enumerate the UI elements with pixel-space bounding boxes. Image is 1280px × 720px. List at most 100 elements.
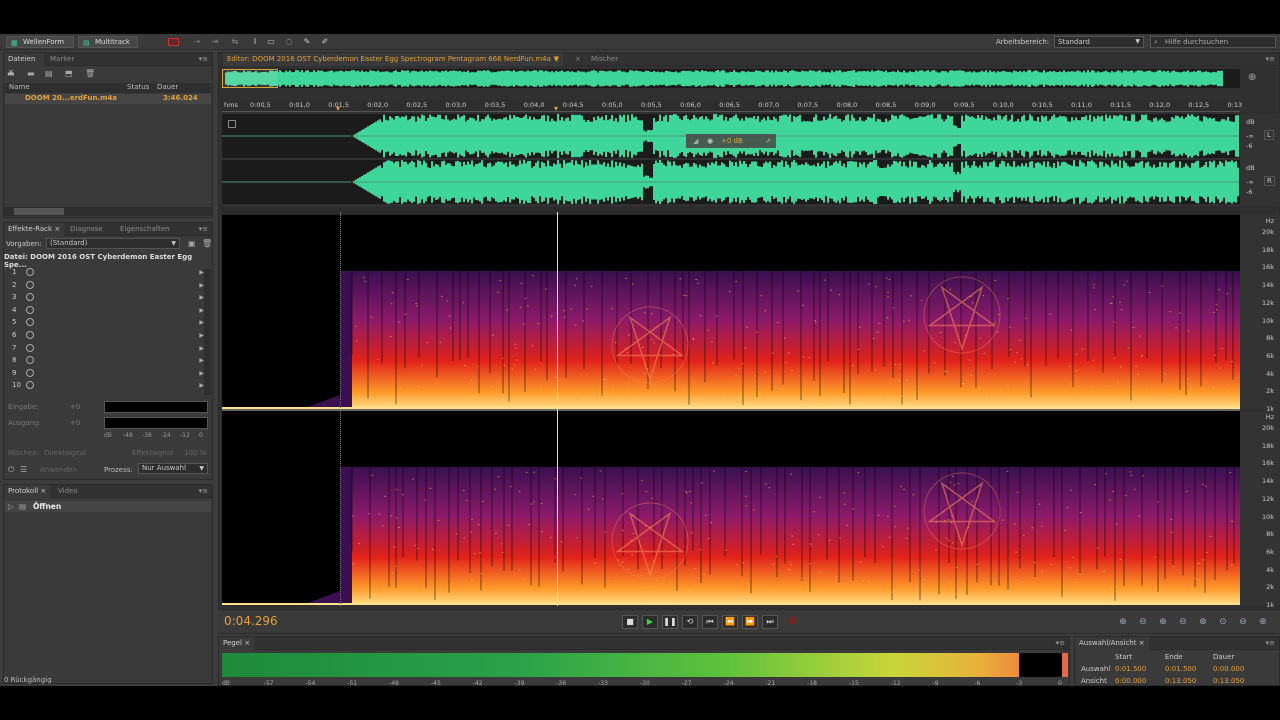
zoom-selection-icon[interactable]: ⊙ [1216,616,1230,628]
history-item[interactable]: ▷ ▤ Öffnen [5,501,211,512]
zoom-left-icon[interactable]: ⊖ [1236,616,1250,628]
effect-slot[interactable]: 1 ▶ [6,267,210,278]
channel-toggle-icon[interactable] [228,120,236,128]
expand-icon[interactable]: ▷ [8,501,14,512]
zoom-out-amplitude-icon[interactable]: ⊖ [1136,616,1150,628]
loop-button[interactable]: ⟲ [682,615,698,629]
power-icon[interactable] [26,280,34,289]
input-gain[interactable]: +0 [70,403,80,411]
multitrack-view-button[interactable]: ▤ Multitrack [78,36,138,48]
files-hscrollbar[interactable] [4,207,212,216]
play-button[interactable]: ▶ [642,615,658,629]
waveform-right[interactable] [222,160,1240,204]
time-display[interactable]: 0:04.296 [224,614,278,628]
import-icon[interactable]: ▬ [27,69,35,78]
channel-left-badge[interactable]: L [1264,130,1274,140]
volume-hud[interactable]: ◢ ◉ +0 dB ⇗ [686,134,776,148]
effect-slot[interactable]: 4 ▶ [6,305,210,316]
insert-icon[interactable]: ⬒ [65,69,73,78]
selection-duration[interactable]: 0:00.000 [1213,665,1244,673]
zoom-right-icon[interactable]: ⊕ [1256,616,1270,628]
playhead-line[interactable] [557,212,558,606]
move-tool-icon[interactable]: ⇢ [192,37,202,47]
col-status[interactable]: Status [127,83,149,91]
power-icon[interactable] [26,305,34,314]
panel-menu-icon[interactable]: ▾≡ [199,55,208,63]
pane-divider[interactable] [222,207,1240,215]
effect-slot[interactable]: 3 ▶ [6,292,210,303]
time-selection-tool-icon[interactable]: I [250,37,260,47]
record-button[interactable]: ● [788,615,797,626]
zoom-in-time-icon[interactable]: ⊕ [1156,616,1170,628]
tab-editor[interactable]: Editor: DOOM 2016 OST Cyberdemon Easter … [223,53,563,66]
power-icon[interactable] [26,368,34,377]
slip-tool-icon[interactable]: ⇆ [230,37,240,47]
power-icon[interactable] [26,293,34,302]
power-icon[interactable] [26,356,34,365]
spot-healing-tool-icon[interactable]: ✐ [320,37,330,47]
brush-tool-icon[interactable]: ✎ [302,37,312,47]
effect-slot[interactable]: 6 ▶ [6,330,210,341]
stop-button[interactable]: ■ [622,615,638,629]
go-to-start-button[interactable]: ⏮ [702,615,718,629]
time-ruler[interactable]: hms 0:00,5 0:01,0 0:01,5 0:02,0 0:02,5 0:03,0 0… [222,100,1242,113]
effect-slot[interactable]: 2 ▶ [6,280,210,291]
view-end[interactable]: 0:13.050 [1165,677,1196,685]
spectrogram-right[interactable] [222,411,1240,605]
waveform-view-button[interactable]: ▦ WellenForm [6,36,74,48]
process-select[interactable]: Nur Auswahl ▼ [138,463,208,474]
panel-menu-icon[interactable]: ▾≡ [1266,55,1275,63]
tab-video[interactable]: Video [54,485,82,498]
tab-history[interactable]: Protokoll × [4,485,51,498]
go-to-end-button[interactable]: ⏭ [762,615,778,629]
tab-properties[interactable]: Eigenschaften [116,223,174,236]
power-icon[interactable] [26,381,34,390]
zoom-navigator-icon[interactable]: ⊕ [1248,72,1256,83]
fast-forward-button[interactable]: ⏩ [742,615,758,629]
zoom-in-amplitude-icon[interactable]: ⊕ [1116,616,1130,628]
scrollbar-thumb[interactable] [14,208,64,215]
volume-value[interactable]: +0 dB [721,135,743,147]
save-preset-icon[interactable]: ▣ [188,239,196,248]
power-icon[interactable] [26,331,34,339]
spectral-display-icon[interactable] [168,38,179,46]
power-icon[interactable]: ⏻ [8,465,14,475]
selection-start[interactable]: 0:01.500 [1115,665,1146,673]
view-start[interactable]: 0:00.000 [1115,677,1146,685]
overview-viewport[interactable] [222,69,278,88]
zoom-out-time-icon[interactable]: ⊖ [1176,616,1190,628]
channel-right-badge[interactable]: R [1264,176,1275,186]
playhead-marker-icon[interactable]: ▾ [336,104,340,113]
power-icon[interactable] [26,343,34,352]
tab-effects-rack[interactable]: Effekte-Rack × [4,223,65,236]
tab-level[interactable]: Pegel × [219,637,255,650]
open-folder-icon[interactable]: ▬ [7,69,15,78]
panel-menu-icon[interactable]: ▾≡ [1056,639,1065,647]
view-duration[interactable]: 0:13.050 [1213,677,1244,685]
pause-button[interactable]: ❚❚ [662,615,678,629]
tab-mixer[interactable]: Mischer [587,53,622,66]
overview-strip[interactable] [222,69,1240,88]
panel-menu-icon[interactable]: ▾≡ [199,487,208,495]
volume-knob-icon[interactable]: ◉ [707,135,713,147]
delete-preset-icon[interactable]: 🗑 [202,239,212,248]
preset-select[interactable]: (Standard) ▼ [46,238,180,249]
close-icon[interactable]: × [571,53,585,66]
help-search-input[interactable]: ⌕ Hilfe durchsuchen [1150,36,1276,48]
new-file-icon[interactable]: ▤ [45,69,53,78]
spectrogram-left[interactable] [222,215,1240,409]
tab-selection-view[interactable]: Auswahl/Ansicht × [1075,637,1149,650]
effect-slot[interactable]: 8 ▶ [6,355,210,366]
panel-menu-icon[interactable]: ▾≡ [1266,639,1275,647]
tab-markers[interactable]: Marker [46,53,78,66]
power-icon[interactable] [26,268,34,276]
delete-icon[interactable]: 🗑 [85,69,95,78]
apply-button[interactable]: Anwenden [40,466,77,474]
workspace-select[interactable]: Standard ▼ [1054,36,1144,48]
razor-tool-icon[interactable]: ⇥ [210,37,220,47]
output-gain[interactable]: +0 [70,419,80,427]
power-icon[interactable] [26,318,34,327]
effect-slot[interactable]: 5 ▶ [6,317,210,328]
col-name[interactable]: Name [9,83,30,91]
lasso-tool-icon[interactable]: ◌ [284,37,294,47]
